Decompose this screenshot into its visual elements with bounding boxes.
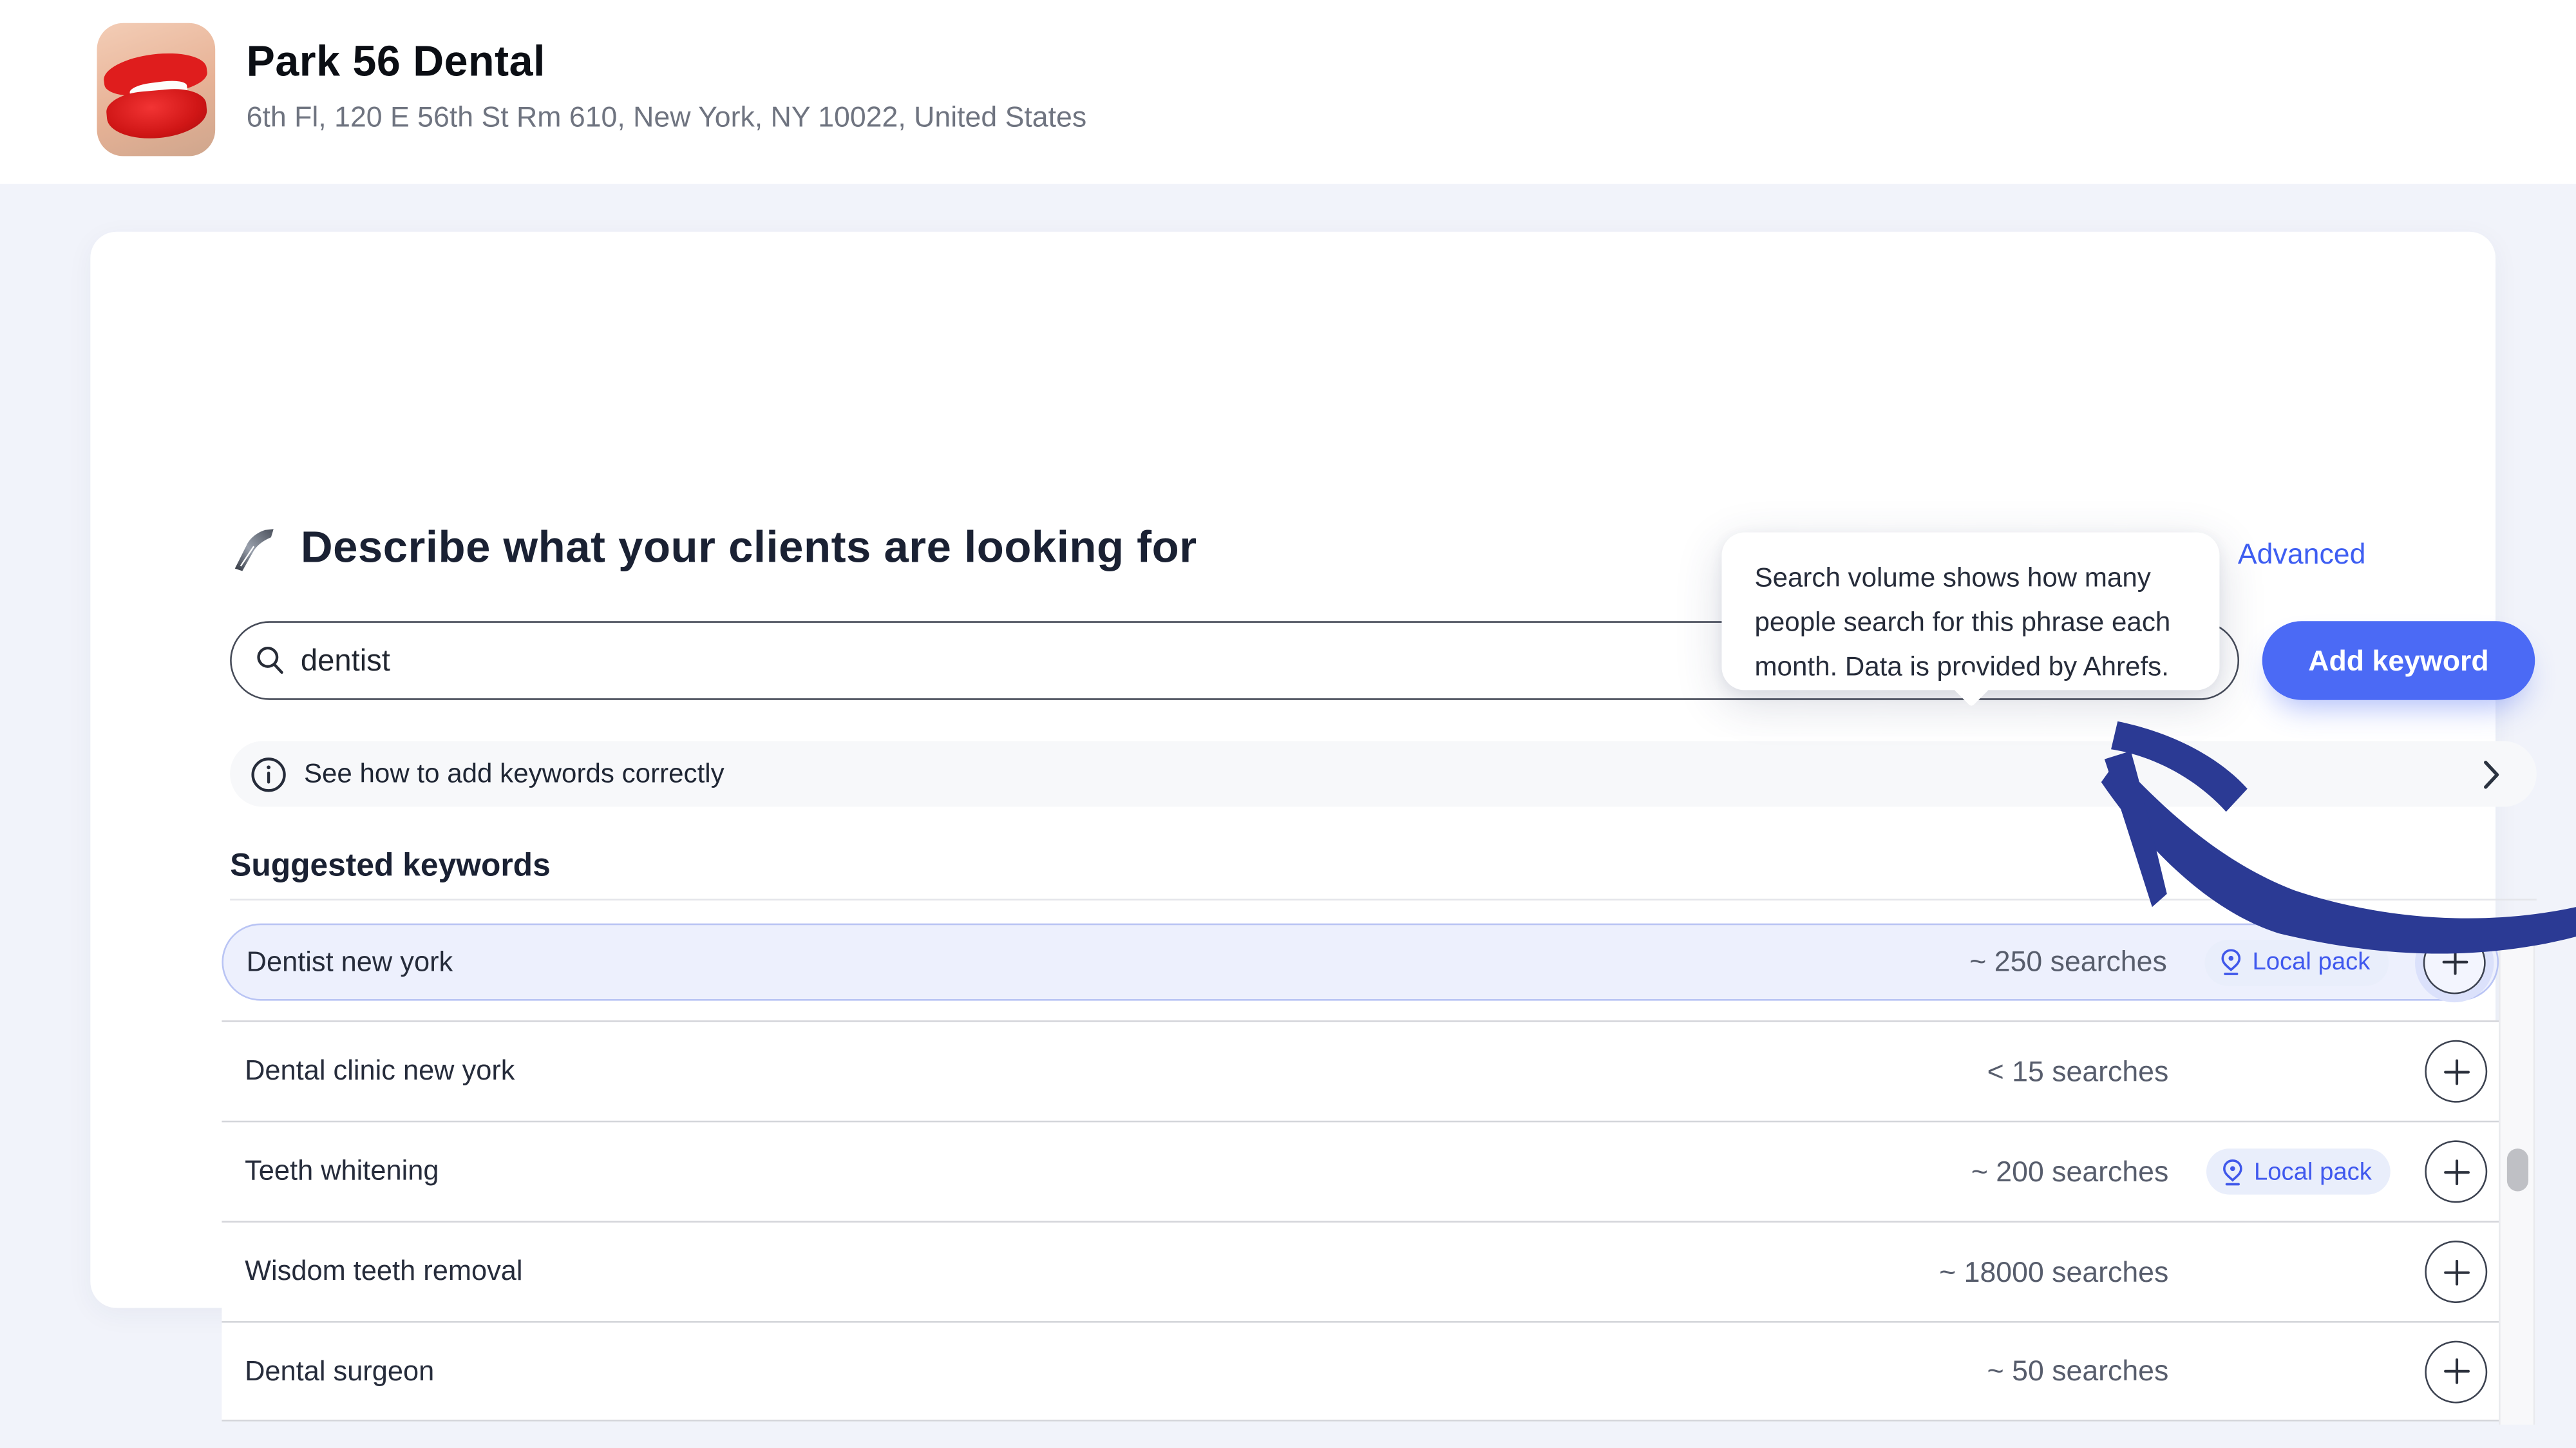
search-volume: ~ 250 searches bbox=[1969, 945, 2167, 980]
location-pin-icon bbox=[2219, 948, 2242, 976]
local-pack-badge: Local pack bbox=[2206, 1148, 2390, 1194]
divider bbox=[230, 899, 2537, 900]
page-title: Describe what your clients are looking f… bbox=[301, 522, 1197, 573]
business-address: 6th Fl, 120 E 56th St Rm 610, New York, … bbox=[247, 100, 1087, 135]
search-volume: ~ 18000 searches bbox=[1939, 1255, 2168, 1290]
business-logo bbox=[97, 23, 216, 157]
keyword-label: Dentist new york bbox=[247, 946, 1970, 978]
business-name: Park 56 Dental bbox=[247, 36, 545, 87]
keyword-row[interactable]: Dental clinic new york < 15 searches bbox=[222, 1020, 2499, 1121]
keyword-label: Dental surgeon bbox=[245, 1355, 1987, 1387]
badge-column: Local pack bbox=[2167, 939, 2423, 985]
scrollbar-thumb[interactable] bbox=[2507, 1148, 2528, 1191]
local-pack-label: Local pack bbox=[2254, 1157, 2372, 1185]
info-banner[interactable]: See how to add keywords correctly bbox=[230, 741, 2537, 807]
advanced-link[interactable]: Advanced bbox=[2238, 537, 2366, 572]
search-volume: < 15 searches bbox=[1987, 1054, 2169, 1089]
keywords-card: Describe what your clients are looking f… bbox=[90, 232, 2496, 1308]
card-heading: Describe what your clients are looking f… bbox=[230, 522, 1197, 573]
add-keyword-button[interactable]: Add keyword bbox=[2262, 621, 2535, 700]
tooltip-text-line: Search volume shows how many bbox=[1754, 557, 2186, 602]
page-header: Park 56 Dental 6th Fl, 120 E 56th St Rm … bbox=[0, 0, 2576, 184]
suggested-keywords-heading: Suggested keywords bbox=[230, 848, 551, 886]
location-pin-icon bbox=[2221, 1157, 2244, 1185]
search-volume-tooltip: Search volume shows how many people sear… bbox=[1721, 533, 2219, 691]
keyword-label: Dental clinic new york bbox=[245, 1055, 1987, 1088]
keyword-row[interactable]: Wisdom teeth removal ~ 18000 searches bbox=[222, 1221, 2499, 1321]
add-keyword-row-button[interactable] bbox=[2425, 1340, 2487, 1402]
local-pack-badge: Local pack bbox=[2204, 939, 2388, 985]
plus-icon bbox=[2442, 1258, 2470, 1286]
pen-nib-icon bbox=[230, 523, 279, 573]
local-pack-label: Local pack bbox=[2252, 948, 2370, 976]
keyword-label: Wisdom teeth removal bbox=[245, 1255, 1939, 1288]
list-scrollbar[interactable] bbox=[2499, 920, 2535, 1425]
search-volume: ~ 200 searches bbox=[1971, 1154, 2169, 1189]
keyword-row[interactable]: Dental surgeon ~ 50 searches bbox=[222, 1321, 2499, 1422]
tooltip-text-line: people search for this phrase each bbox=[1754, 602, 2186, 646]
keyword-label: Teeth whitening bbox=[245, 1155, 1971, 1188]
add-keyword-row-button[interactable] bbox=[2425, 1040, 2487, 1103]
add-keyword-row-button[interactable] bbox=[2423, 931, 2486, 993]
badge-column: Local pack bbox=[2168, 1148, 2425, 1194]
plus-icon bbox=[2441, 948, 2468, 976]
search-volume: ~ 50 searches bbox=[1987, 1354, 2169, 1389]
chevron-right-icon[interactable] bbox=[2483, 758, 2501, 789]
add-keyword-row-button[interactable] bbox=[2425, 1140, 2487, 1203]
search-icon bbox=[254, 644, 285, 675]
keyword-row[interactable]: Dentist new york ~ 250 searches Local pa… bbox=[222, 924, 2499, 1001]
keyword-list: Dentist new york ~ 250 searches Local pa… bbox=[222, 920, 2499, 1422]
plus-icon bbox=[2442, 1357, 2470, 1385]
info-banner-label: See how to add keywords correctly bbox=[304, 758, 724, 789]
add-keyword-row-button[interactable] bbox=[2425, 1241, 2487, 1303]
plus-icon bbox=[2442, 1157, 2470, 1185]
plus-icon bbox=[2442, 1058, 2470, 1085]
info-icon bbox=[250, 755, 288, 793]
keyword-row[interactable]: Teeth whitening ~ 200 searches Local pac… bbox=[222, 1121, 2499, 1221]
